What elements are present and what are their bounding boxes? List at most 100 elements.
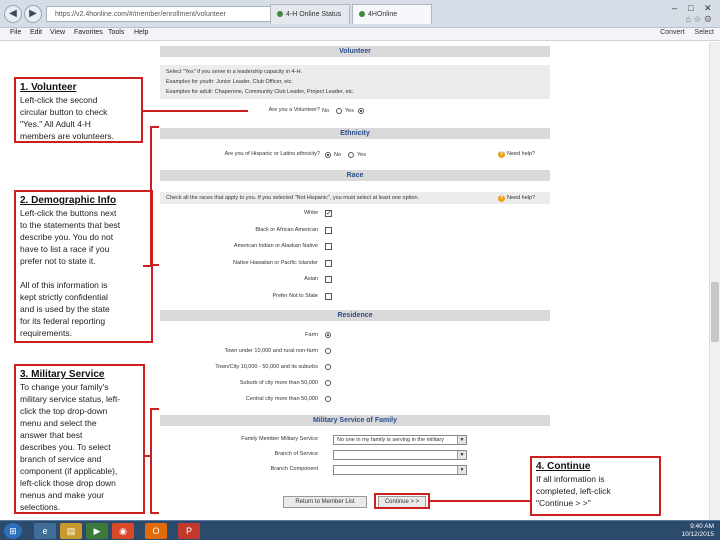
military-bracket xyxy=(150,408,159,514)
media-player-icon[interactable]: ▶ xyxy=(86,523,108,539)
volunteer-connector xyxy=(143,110,248,112)
race-help-link[interactable]: ? Need help? xyxy=(498,195,535,202)
race-option-checkbox[interactable] xyxy=(325,276,332,283)
race-option-label: American Indian or Alaskan Native xyxy=(233,243,318,249)
volunteer-no-label: No xyxy=(322,108,330,114)
info-line: Examples for adult: Chaperone, Community… xyxy=(166,89,355,95)
military-field-dropdown[interactable]: ▼ xyxy=(333,450,467,460)
minimize-icon[interactable]: – xyxy=(672,3,677,13)
forward-button[interactable]: ▶ xyxy=(24,5,42,23)
callout-title: 2. Demographic Info xyxy=(20,195,117,206)
ethnicity-no-label: No xyxy=(334,152,342,158)
page-scrollbar[interactable] xyxy=(709,42,720,520)
race-option-label: Asian xyxy=(304,276,318,282)
race-option-label: Native Hawaiian or Pacific Islander xyxy=(233,259,318,266)
forward-arrow-icon: ▶ xyxy=(29,8,37,19)
callout-title: 4. Continue xyxy=(536,461,591,472)
menu-tools[interactable]: Tools xyxy=(108,29,124,36)
military-field-label: Branch of Service xyxy=(274,451,318,457)
menu-edit[interactable]: Edit xyxy=(30,29,42,36)
tab-title: 4-H Online Status xyxy=(286,11,342,18)
powerpoint-icon[interactable]: P xyxy=(178,523,200,539)
tab-4honline[interactable]: 4HOnline xyxy=(352,4,432,24)
chevron-down-icon: ▼ xyxy=(457,436,466,444)
internet-explorer-icon[interactable]: e xyxy=(34,523,56,539)
residence-option-radio[interactable] xyxy=(325,332,331,338)
ethnicity-help-link[interactable]: ? Need help? xyxy=(498,151,535,158)
info-line: Examples for youth: Junior Leader, Club … xyxy=(166,79,294,85)
residence-option-label: Town under 10,000 and rural non-farm xyxy=(224,348,318,354)
callout-continue: 4. Continue If all information is comple… xyxy=(530,456,661,516)
clock-time: 9:40 AM xyxy=(690,523,714,530)
volunteer-no-radio[interactable] xyxy=(336,108,342,114)
residence-section-header: Residence xyxy=(160,310,550,321)
callout-volunteer: 1. Volunteer Left-click the second circu… xyxy=(14,77,143,143)
demographic-bracket xyxy=(150,126,159,266)
race-option-checkbox[interactable] xyxy=(325,243,332,250)
address-url: https://v2.4honline.com/#/member/enrollm… xyxy=(55,11,226,18)
race-note: Check all the races that apply to you. I… xyxy=(166,195,420,201)
race-option-checkbox[interactable]: ✓ xyxy=(325,210,332,217)
maximize-icon[interactable]: □ xyxy=(688,3,693,13)
help-label: Need help? xyxy=(507,151,536,157)
volunteer-yes-radio[interactable] xyxy=(358,108,364,114)
residence-option-label: Suburb of city more than 50,000 xyxy=(239,380,318,386)
residence-option-radio[interactable] xyxy=(325,396,331,402)
callout-body: Left-click the buttons next to the state… xyxy=(20,208,121,338)
residence-option-radio[interactable] xyxy=(325,348,331,354)
military-connector xyxy=(145,455,152,457)
residence-option-label: Farm xyxy=(305,332,318,338)
system-clock[interactable]: 9:40 AM 10/12/2015 xyxy=(681,523,714,539)
volunteer-section-header: Volunteer xyxy=(160,46,550,57)
select-button[interactable]: Select xyxy=(695,29,714,36)
volunteer-question: Are you a Volunteer? xyxy=(268,107,320,113)
chrome-icon[interactable]: ◉ xyxy=(112,523,134,539)
callout-body: If all information is completed, left-cl… xyxy=(536,474,611,508)
race-option-checkbox[interactable] xyxy=(325,226,332,234)
menu-file[interactable]: File xyxy=(10,29,21,36)
menu-favorites[interactable]: Favorites xyxy=(74,29,103,36)
question-icon: ? xyxy=(498,151,505,158)
windows-taskbar: ⊞ e ▤ ▶ ◉ O P 9:40 AM 10/12/2015 xyxy=(0,520,720,540)
dropdown-value: No one in my family is serving in the mi… xyxy=(337,437,444,443)
menu-view[interactable]: View xyxy=(50,29,65,36)
callout-body: To change your family's military service… xyxy=(20,382,121,512)
convert-button[interactable]: Convert xyxy=(660,29,685,36)
scrollbar-thumb[interactable] xyxy=(711,282,719,342)
military-field-dropdown[interactable]: No one in my family is serving in the mi… xyxy=(333,435,467,445)
chevron-down-icon: ▼ xyxy=(457,451,466,459)
menu-help[interactable]: Help xyxy=(134,29,148,36)
continue-highlight xyxy=(374,493,430,509)
ethnicity-no-radio[interactable] xyxy=(325,152,331,158)
back-arrow-icon: ◀ xyxy=(9,8,17,19)
info-line: Select "Yes" if you serve in a leadershi… xyxy=(166,69,303,75)
ethnicity-yes-radio[interactable] xyxy=(348,152,354,158)
race-option-label: Prefer Not to State xyxy=(272,292,318,299)
residence-option-radio[interactable] xyxy=(325,380,331,386)
menu-bar: File Edit View Favorites Tools Help Conv… xyxy=(0,28,720,41)
military-field-label: Branch Component xyxy=(270,466,318,472)
race-section-header: Race xyxy=(160,170,550,181)
residence-option-label: Central city more than 50,000 xyxy=(245,396,318,402)
tab-4h-status[interactable]: 4-H Online Status xyxy=(270,4,350,24)
browser-titlebar: ◀ ▶ https://v2.4honline.com/#/member/enr… xyxy=(0,0,720,28)
toolbar-right: Convert Select xyxy=(652,29,714,36)
ethnicity-question: Are you of Hispanic or Latino ethnicity? xyxy=(224,151,320,157)
close-icon[interactable]: ✕ xyxy=(704,3,712,14)
start-button-icon[interactable]: ⊞ xyxy=(4,523,22,539)
file-explorer-icon[interactable]: ▤ xyxy=(60,523,82,539)
callout-title: 3. Military Service xyxy=(20,369,105,380)
chevron-down-icon: ▼ xyxy=(457,466,466,474)
volunteer-yes-label: Yes xyxy=(345,108,354,114)
race-note-box: Check all the races that apply to you. I… xyxy=(160,192,550,204)
outlook-icon[interactable]: O xyxy=(145,523,167,539)
military-field-dropdown[interactable]: ▼ xyxy=(333,465,467,475)
return-to-member-list-button[interactable]: Return to Member List xyxy=(283,496,367,508)
back-button[interactable]: ◀ xyxy=(4,5,22,23)
residence-option-radio[interactable] xyxy=(325,364,331,370)
race-option-checkbox[interactable] xyxy=(325,292,332,300)
favorites-star-icon[interactable]: ⌂ ☆ ⚙ xyxy=(685,14,712,25)
favicon-icon xyxy=(277,11,283,18)
race-option-checkbox[interactable] xyxy=(325,259,332,267)
callout-military: 3. Military Service To change your famil… xyxy=(14,364,145,514)
